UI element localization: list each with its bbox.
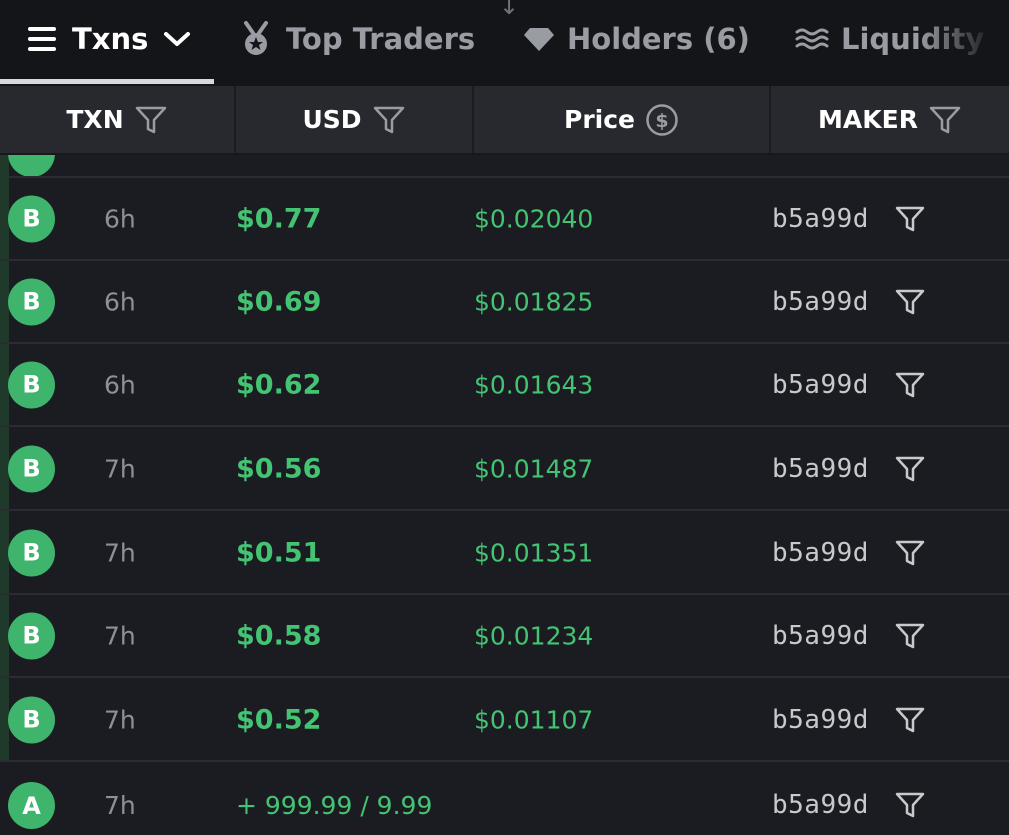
tx-usd: $0.69	[236, 286, 322, 317]
tx-type-badge: B	[8, 361, 55, 408]
dollar-circle-icon[interactable]: $	[645, 103, 679, 137]
arrow-down-icon: ↓	[499, 0, 520, 20]
table-row[interactable]: B 7h $0.58 $0.01234 b5a99d	[0, 595, 1009, 678]
tx-usd: $0.58	[236, 620, 322, 651]
filter-icon[interactable]	[894, 455, 926, 483]
filter-icon[interactable]	[928, 105, 962, 135]
tx-maker[interactable]: b5a99d	[772, 623, 869, 649]
tab-top-traders[interactable]: Top Traders	[240, 0, 475, 78]
tx-price: $0.01234	[474, 621, 594, 650]
tab-holders[interactable]: Holders (6)	[523, 0, 750, 78]
tx-usd: $0.52	[236, 704, 322, 735]
tx-age: 7h	[104, 705, 136, 734]
table-row[interactable]: B 6h $0.62 $0.01643 b5a99d	[0, 344, 1009, 427]
tab-liquidity[interactable]: Liquidity Pr	[795, 0, 1009, 78]
table-row[interactable]: B 7h $0.52 $0.01107 b5a99d	[0, 679, 1009, 762]
tx-type-badge: B	[8, 696, 55, 743]
tx-maker[interactable]: b5a99d	[772, 289, 869, 315]
medal-icon	[244, 21, 268, 55]
tx-price: $0.01825	[474, 287, 594, 316]
tx-age: 6h	[104, 370, 136, 399]
menu-icon	[28, 27, 56, 51]
table-row[interactable]: B 6h $0.77 $0.02040 b5a99d	[0, 178, 1009, 261]
chevron-down-icon[interactable]	[162, 28, 192, 50]
tx-type-badge: A	[8, 782, 55, 829]
tx-usd: $0.56	[236, 453, 322, 484]
tx-age: 6h	[104, 287, 136, 316]
tx-price: $0.01351	[474, 538, 594, 567]
waves-icon	[795, 28, 829, 50]
tab-holders-label: Holders (6)	[567, 22, 750, 56]
tab-bar: Txns Top Traders ↓ Holders (6) Liquidity…	[0, 0, 1009, 86]
filter-icon[interactable]	[894, 288, 926, 316]
filter-icon[interactable]	[894, 706, 926, 734]
tx-liquidity-add: + 999.99 / 9.99	[236, 791, 433, 820]
tab-txns[interactable]: Txns	[26, 0, 192, 78]
column-header-usd-label: USD	[302, 105, 362, 134]
table-row[interactable]: B 7h $0.56 $0.01487 b5a99d	[0, 428, 1009, 511]
tx-type-badge: B	[8, 445, 55, 492]
filter-icon[interactable]	[894, 622, 926, 650]
tx-maker[interactable]: b5a99d	[772, 540, 869, 566]
tx-type-badge: B	[8, 195, 55, 242]
tx-age: 7h	[104, 621, 136, 650]
tx-type-badge: B	[8, 612, 55, 659]
tx-age: 6h	[104, 204, 136, 233]
tx-type-badge: B	[8, 278, 55, 325]
tx-usd: $0.51	[236, 537, 322, 568]
tx-usd: $0.62	[236, 369, 322, 400]
column-header-txn[interactable]: TXN	[0, 86, 236, 153]
tx-maker[interactable]: b5a99d	[772, 792, 869, 818]
column-header-price-label: Price	[564, 105, 635, 134]
column-header-maker[interactable]: MAKER	[771, 86, 1009, 153]
filter-icon[interactable]	[894, 371, 926, 399]
tx-price: $0.01643	[474, 370, 594, 399]
tx-price: $0.01487	[474, 454, 594, 483]
tx-price: $0.02040	[474, 204, 594, 233]
tx-maker[interactable]: b5a99d	[772, 707, 869, 733]
tab-liquidity-label: Liquidity Pr	[841, 22, 1009, 56]
table-header: TXN USD Price $ MAKER	[0, 86, 1009, 155]
column-header-usd[interactable]: USD	[236, 86, 474, 153]
tab-top-traders-label: Top Traders	[286, 22, 476, 56]
tx-usd: $0.77	[236, 203, 322, 234]
diamond-icon	[524, 28, 554, 51]
column-header-maker-label: MAKER	[818, 105, 918, 134]
svg-text:$: $	[655, 110, 668, 132]
tx-type-badge: B	[8, 529, 55, 576]
filter-icon[interactable]	[372, 105, 406, 135]
column-header-txn-label: TXN	[66, 105, 124, 134]
tx-maker[interactable]: b5a99d	[772, 372, 869, 398]
filter-icon[interactable]	[894, 205, 926, 233]
tx-age: 7h	[104, 454, 136, 483]
filter-icon[interactable]	[894, 539, 926, 567]
tab-txns-label: Txns	[72, 22, 149, 56]
txns-panel: Txns Top Traders ↓ Holders (6) Liquidity…	[0, 0, 1009, 835]
column-header-price[interactable]: Price $	[474, 86, 771, 153]
tx-age: 7h	[104, 791, 136, 820]
tx-maker[interactable]: b5a99d	[772, 206, 869, 232]
active-tab-indicator	[0, 79, 214, 84]
filter-icon[interactable]	[134, 105, 168, 135]
filter-icon[interactable]	[894, 791, 926, 819]
tx-price: $0.01107	[474, 705, 594, 734]
table-row[interactable]: B 7h $0.51 $0.01351 b5a99d	[0, 512, 1009, 595]
tx-maker[interactable]: b5a99d	[772, 456, 869, 482]
tx-age: 7h	[104, 538, 136, 567]
table-row[interactable]: A 7h + 999.99 / 9.99 b5a99d	[0, 763, 1009, 835]
table-row[interactable]: B 6h $0.69 $0.01825 b5a99d	[0, 261, 1009, 344]
